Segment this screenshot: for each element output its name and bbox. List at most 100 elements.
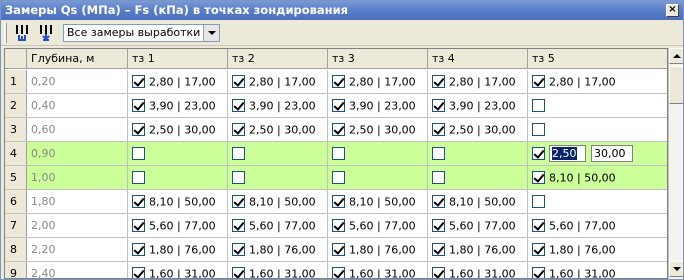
measurement-cell[interactable]: 2,50 | 30,00	[228, 118, 328, 141]
measurement-cell[interactable]: 1,60 | 31,00	[328, 262, 428, 278]
measurement-cell[interactable]: 5,60 | 77,00	[128, 214, 228, 237]
include-checkbox[interactable]	[532, 170, 545, 184]
measurement-cell[interactable]: 8,10 | 50,00	[428, 190, 528, 213]
include-checkbox[interactable]	[432, 218, 445, 232]
measurement-cell[interactable]: 2,50 | 30,00	[328, 118, 428, 141]
row-number[interactable]: 6	[5, 190, 27, 213]
include-checkbox[interactable]	[532, 194, 545, 208]
include-checkbox[interactable]	[232, 242, 245, 256]
measurement-cell[interactable]	[428, 166, 528, 189]
measurement-cell[interactable]: 2,80 | 17,00	[328, 70, 428, 93]
row-number[interactable]: 9	[5, 262, 27, 278]
header-depth[interactable]: Глубина, м	[27, 49, 128, 69]
include-checkbox[interactable]	[132, 74, 145, 88]
header-point-6[interactable]: тз 5	[528, 49, 667, 69]
measurement-cell[interactable]: 1,80 | 76,00	[128, 238, 228, 261]
include-checkbox[interactable]	[432, 74, 445, 88]
measurement-filter-select[interactable]: Все замеры выработки	[63, 24, 220, 42]
table-row[interactable]: 6 1,80 8,10 | 50,00 8,10 | 50,00 8,10 | 50,0…	[5, 190, 667, 214]
include-checkbox[interactable]	[132, 122, 145, 136]
include-checkbox[interactable]	[132, 146, 145, 160]
include-checkbox[interactable]	[332, 146, 345, 160]
include-checkbox[interactable]	[132, 218, 145, 232]
include-checkbox[interactable]	[232, 170, 245, 184]
measurement-cell[interactable]	[528, 118, 667, 141]
include-checkbox[interactable]	[332, 266, 345, 278]
include-checkbox[interactable]	[332, 122, 345, 136]
include-checkbox[interactable]	[432, 122, 445, 136]
measurement-cell[interactable]: 5,60 | 77,00	[428, 214, 528, 237]
vertical-scrollbar[interactable]	[668, 48, 683, 279]
table-row[interactable]: 3 0,60 2,50 | 30,00 2,50 | 30,00 2,50 | 30,0…	[5, 118, 667, 142]
measurement-cell[interactable]: 5,60 | 77,00	[328, 214, 428, 237]
measurement-cell[interactable]: 8,10 | 50,00	[328, 190, 428, 213]
measurement-cell[interactable]	[128, 166, 228, 189]
include-checkbox[interactable]	[532, 122, 545, 136]
add-column-icon[interactable]	[13, 23, 33, 43]
measurement-cell[interactable]: 3,90 | 23,00	[228, 94, 328, 117]
measurement-cell[interactable]	[528, 94, 667, 117]
include-checkbox[interactable]	[332, 170, 345, 184]
include-checkbox[interactable]	[432, 266, 445, 278]
measurement-cell[interactable]: 1,60 | 31,00	[128, 262, 228, 278]
header-point-2[interactable]: тз 1	[128, 49, 228, 69]
table-row[interactable]: 4 0,90 2,50 30,00	[5, 142, 667, 166]
include-checkbox[interactable]	[132, 170, 145, 184]
include-checkbox[interactable]	[432, 146, 445, 160]
table-row[interactable]: 2 0,40 3,90 | 23,00 3,90 | 23,00 3,90 | 23,0…	[5, 94, 667, 118]
include-checkbox[interactable]	[232, 98, 245, 112]
scroll-thumb[interactable]	[669, 66, 683, 104]
remove-column-icon[interactable]	[37, 23, 57, 43]
include-checkbox[interactable]	[532, 242, 545, 256]
measurement-cell[interactable]: 3,90 | 23,00	[428, 94, 528, 117]
include-checkbox[interactable]	[432, 170, 445, 184]
include-checkbox[interactable]	[232, 122, 245, 136]
measurement-cell[interactable]: 1,80 | 76,00	[328, 238, 428, 261]
measurement-cell[interactable]	[228, 142, 328, 165]
include-checkbox[interactable]	[332, 74, 345, 88]
table-row[interactable]: 1 0,20 2,80 | 17,00 2,80 | 17,00 2,80 | 17,0…	[5, 70, 667, 94]
include-checkbox[interactable]	[232, 218, 245, 232]
include-checkbox[interactable]	[532, 266, 545, 278]
include-checkbox[interactable]	[532, 218, 545, 232]
measurement-cell[interactable]: 1,80 | 76,00	[428, 238, 528, 261]
measurement-cell[interactable]: 1,60 | 31,00	[428, 262, 528, 278]
measurement-cell[interactable]	[228, 166, 328, 189]
measurement-cell[interactable]	[528, 190, 667, 213]
measurement-cell[interactable]	[428, 142, 528, 165]
measurement-cell[interactable]: 8,10 | 50,00	[228, 190, 328, 213]
measurement-cell[interactable]: 2,50 30,00	[528, 142, 667, 165]
row-number[interactable]: 8	[5, 238, 27, 261]
measurement-cell[interactable]: 1,60 | 31,00	[228, 262, 328, 278]
measurement-cell[interactable]: 8,10 | 50,00	[528, 166, 667, 189]
measurement-cell[interactable]: 5,60 | 77,00	[228, 214, 328, 237]
measurement-cell[interactable]: 2,50 | 30,00	[428, 118, 528, 141]
table-row[interactable]: 5 1,00 8,10 | 50,00	[5, 166, 667, 190]
row-number[interactable]: 3	[5, 118, 27, 141]
toolbar-grip[interactable]	[4, 23, 7, 43]
include-checkbox[interactable]	[232, 194, 245, 208]
include-checkbox[interactable]	[432, 242, 445, 256]
row-number[interactable]: 7	[5, 214, 27, 237]
header-point-3[interactable]: тз 2	[228, 49, 328, 69]
row-number[interactable]: 5	[5, 166, 27, 189]
include-checkbox[interactable]	[532, 98, 545, 112]
include-checkbox[interactable]	[432, 98, 445, 112]
table-row[interactable]: 8 2,20 1,80 | 76,00 1,80 | 76,00 1,80 | 76,0…	[5, 238, 667, 262]
chevron-down-icon[interactable]	[203, 25, 219, 41]
include-checkbox[interactable]	[232, 146, 245, 160]
measurement-cell[interactable]: 3,90 | 23,00	[328, 94, 428, 117]
include-checkbox[interactable]	[332, 242, 345, 256]
include-checkbox[interactable]	[232, 266, 245, 278]
table-row[interactable]: 9 2,40 1,60 | 31,00 1,60 | 31,00 1,60 | 31,0…	[5, 262, 667, 278]
include-checkbox[interactable]	[232, 74, 245, 88]
measurement-cell[interactable]	[328, 142, 428, 165]
include-checkbox[interactable]	[332, 194, 345, 208]
measurement-cell[interactable]: 8,10 | 50,00	[128, 190, 228, 213]
measurement-cell[interactable]: 2,80 | 17,00	[428, 70, 528, 93]
include-checkbox[interactable]	[532, 146, 545, 160]
table-row[interactable]: 7 2,00 5,60 | 77,00 5,60 | 77,00 5,60 | 77,0…	[5, 214, 667, 238]
measurement-cell[interactable]: 2,80 | 17,00	[528, 70, 667, 93]
include-checkbox[interactable]	[532, 74, 545, 88]
measurement-cell[interactable]: 2,80 | 17,00	[228, 70, 328, 93]
